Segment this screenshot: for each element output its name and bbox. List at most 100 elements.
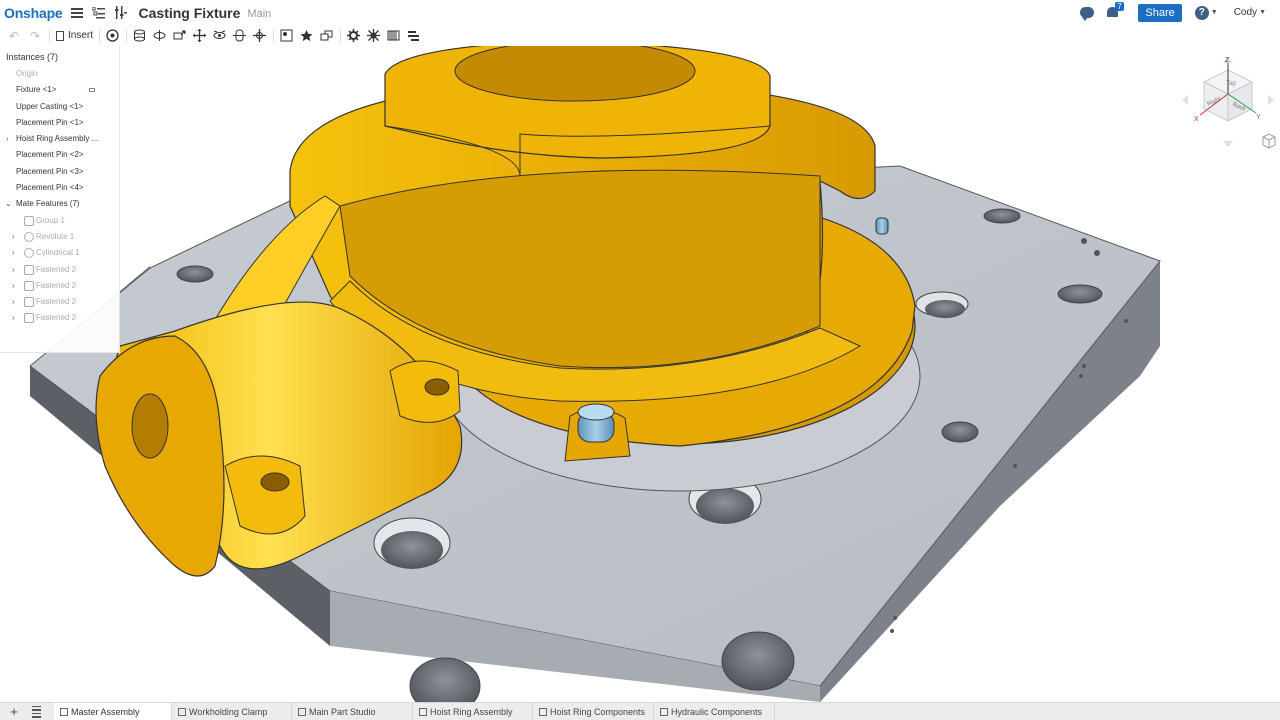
tree-item-placement-pin-3[interactable]: Placement Pin <3> bbox=[0, 164, 119, 180]
tree-item-label: Fastened 2 bbox=[36, 297, 77, 307]
casting-barrel-bore bbox=[131, 393, 169, 459]
toolbar-divider bbox=[99, 28, 101, 43]
replicate-icon[interactable] bbox=[319, 28, 334, 43]
tree-item-label: Hoist Ring Assembly ... bbox=[16, 134, 99, 144]
tab-label: Workholding Clamp bbox=[189, 706, 268, 717]
fastened-mate-icon[interactable] bbox=[132, 28, 147, 43]
user-chevron-down-icon[interactable]: ▼ bbox=[1259, 9, 1266, 16]
tab-bar: + Master Assembly Workholding Clamp Main… bbox=[0, 702, 1280, 720]
tree-item-placement-pin-2[interactable]: Placement Pin <2> bbox=[0, 147, 119, 163]
chevron-right-icon[interactable]: › bbox=[12, 294, 15, 310]
tree-item-label: Fastened 2 bbox=[36, 264, 77, 274]
undo-icon[interactable]: ↶ bbox=[6, 28, 22, 44]
tab-hydraulic-components[interactable]: Hydraulic Components bbox=[654, 702, 775, 720]
user-menu[interactable]: Cody bbox=[1234, 7, 1257, 18]
toolbar-divider bbox=[273, 28, 275, 43]
header-actions: 7 Share ? ▼ Cody ▼ bbox=[1080, 0, 1280, 25]
slider-mate-icon[interactable] bbox=[172, 28, 187, 43]
view-options-cube-icon[interactable] bbox=[1262, 133, 1276, 149]
tab-label: Hydraulic Components bbox=[671, 706, 763, 717]
tree-item-fastened-2c[interactable]: › Fastened 2 bbox=[0, 294, 119, 310]
menu-icon[interactable] bbox=[69, 5, 85, 21]
insert-label: Insert bbox=[68, 30, 94, 41]
axis-y-label: Y bbox=[1256, 114, 1261, 121]
revolute-mate-icon[interactable] bbox=[152, 28, 167, 43]
tree-item-label: Revolute 1 bbox=[36, 231, 75, 241]
axis-x-label: X bbox=[1194, 116, 1199, 123]
tree-item-fastened-2a[interactable]: › Fastened 2 bbox=[0, 262, 119, 278]
hide-toggle-icon[interactable] bbox=[89, 88, 95, 93]
chevron-right-icon[interactable]: › bbox=[12, 310, 15, 326]
pin-slot-mate-icon[interactable] bbox=[232, 28, 247, 43]
assembly-tab-icon bbox=[60, 707, 68, 716]
instances-panel: Instances (7) Origin Fixture <1> Upper C… bbox=[0, 46, 120, 353]
tree-item-cylindrical-1[interactable]: › Cylindrical 1 bbox=[0, 245, 119, 261]
tab-label: Main Part Studio bbox=[309, 706, 376, 717]
help-icon[interactable]: ? bbox=[1194, 5, 1209, 20]
instances-title[interactable]: Instances (7) bbox=[0, 46, 119, 66]
tree-item-label: Placement Pin <3> bbox=[16, 166, 84, 176]
cad-model-render[interactable] bbox=[0, 46, 1280, 702]
linear-pattern-icon[interactable] bbox=[105, 28, 120, 43]
tree-item-label: Group 1 bbox=[36, 215, 65, 225]
feature-list-icon[interactable] bbox=[91, 5, 107, 21]
gear-relation-icon[interactable] bbox=[366, 28, 381, 43]
tab-label: Hoist Ring Components bbox=[550, 706, 646, 717]
tree-item-label: Mate Features (7) bbox=[16, 199, 80, 209]
tree-item-origin[interactable]: Origin bbox=[0, 66, 119, 82]
notifications-button[interactable]: 7 bbox=[1106, 1, 1124, 20]
chevron-right-icon[interactable]: › bbox=[12, 262, 15, 278]
tab-list-icon[interactable] bbox=[32, 705, 46, 718]
graphics-viewport[interactable] bbox=[0, 46, 1280, 702]
tab-workholding-clamp[interactable]: Workholding Clamp bbox=[172, 702, 292, 720]
fastened-mate-icon bbox=[24, 264, 34, 275]
tab-hoist-ring-assembly[interactable]: Hoist Ring Assembly bbox=[413, 702, 533, 720]
toolbar-divider bbox=[340, 28, 342, 43]
tab-master-assembly[interactable]: Master Assembly bbox=[54, 702, 172, 720]
screw-relation-icon[interactable] bbox=[406, 28, 421, 43]
tree-item-upper-casting[interactable]: Upper Casting <1> bbox=[0, 99, 119, 115]
tab-main-part-studio[interactable]: Main Part Studio bbox=[292, 702, 413, 720]
tree-item-label: Placement Pin <1> bbox=[16, 117, 84, 127]
chevron-right-icon[interactable]: › bbox=[12, 278, 15, 294]
group-icon[interactable] bbox=[299, 28, 314, 43]
comments-icon[interactable] bbox=[1080, 7, 1095, 21]
fastened-mate-icon bbox=[24, 280, 34, 291]
ball-mate-icon[interactable] bbox=[252, 28, 267, 43]
tree-item-fixture[interactable]: Fixture <1> bbox=[0, 82, 119, 98]
workspace-label[interactable]: Main bbox=[247, 8, 271, 20]
chevron-right-icon[interactable]: › bbox=[12, 229, 15, 245]
chevron-down-icon[interactable]: ⌄ bbox=[5, 196, 12, 212]
tree-item-group-1[interactable]: Group 1 bbox=[0, 213, 119, 229]
onshape-logo[interactable]: Onshape bbox=[4, 5, 63, 21]
document-title[interactable]: Casting Fixture bbox=[139, 5, 241, 21]
add-tab-icon[interactable]: + bbox=[5, 704, 23, 719]
insert-button[interactable]: Insert bbox=[56, 30, 93, 41]
app-header: Onshape Casting Fixture Main 7 Share ? ▼… bbox=[0, 0, 1280, 25]
tree-item-fastened-2b[interactable]: › Fastened 2 bbox=[0, 278, 119, 294]
help-chevron-down-icon[interactable]: ▼ bbox=[1211, 9, 1218, 16]
redo-icon[interactable]: ↷ bbox=[27, 28, 43, 44]
tree-item-mate-features[interactable]: ⌄ Mate Features (7) bbox=[0, 196, 119, 212]
tree-item-fastened-2d[interactable]: › Fastened 2 bbox=[0, 310, 119, 326]
planar-mate-icon[interactable] bbox=[192, 28, 207, 43]
cylindrical-mate-icon[interactable] bbox=[212, 28, 227, 43]
rack-pinion-icon[interactable] bbox=[386, 28, 401, 43]
tree-item-label: Fastened 2 bbox=[36, 280, 77, 290]
tree-item-label: Placement Pin <4> bbox=[16, 183, 84, 193]
cylindrical-mate-icon bbox=[24, 248, 34, 259]
chevron-right-icon[interactable]: › bbox=[6, 131, 9, 147]
configurations-icon[interactable] bbox=[113, 5, 129, 21]
tree-item-revolute-1[interactable]: › Revolute 1 bbox=[0, 229, 119, 245]
gear-icon[interactable] bbox=[346, 28, 361, 43]
tab-hoist-ring-components[interactable]: Hoist Ring Components bbox=[533, 702, 654, 720]
tree-item-placement-pin-1[interactable]: Placement Pin <1> bbox=[0, 115, 119, 131]
tree-item-hoist-ring-assembly[interactable]: › Hoist Ring Assembly ... bbox=[0, 131, 119, 147]
view-cube[interactable]: Top Right Back Z X Y bbox=[1180, 55, 1276, 155]
chevron-right-icon[interactable]: › bbox=[12, 245, 15, 261]
mate-connector-icon[interactable] bbox=[279, 28, 294, 43]
toolbar-divider bbox=[49, 28, 50, 43]
share-button[interactable]: Share bbox=[1138, 3, 1182, 22]
tree-item-placement-pin-4[interactable]: Placement Pin <4> bbox=[0, 180, 119, 196]
notification-count-badge: 7 bbox=[1115, 1, 1124, 11]
